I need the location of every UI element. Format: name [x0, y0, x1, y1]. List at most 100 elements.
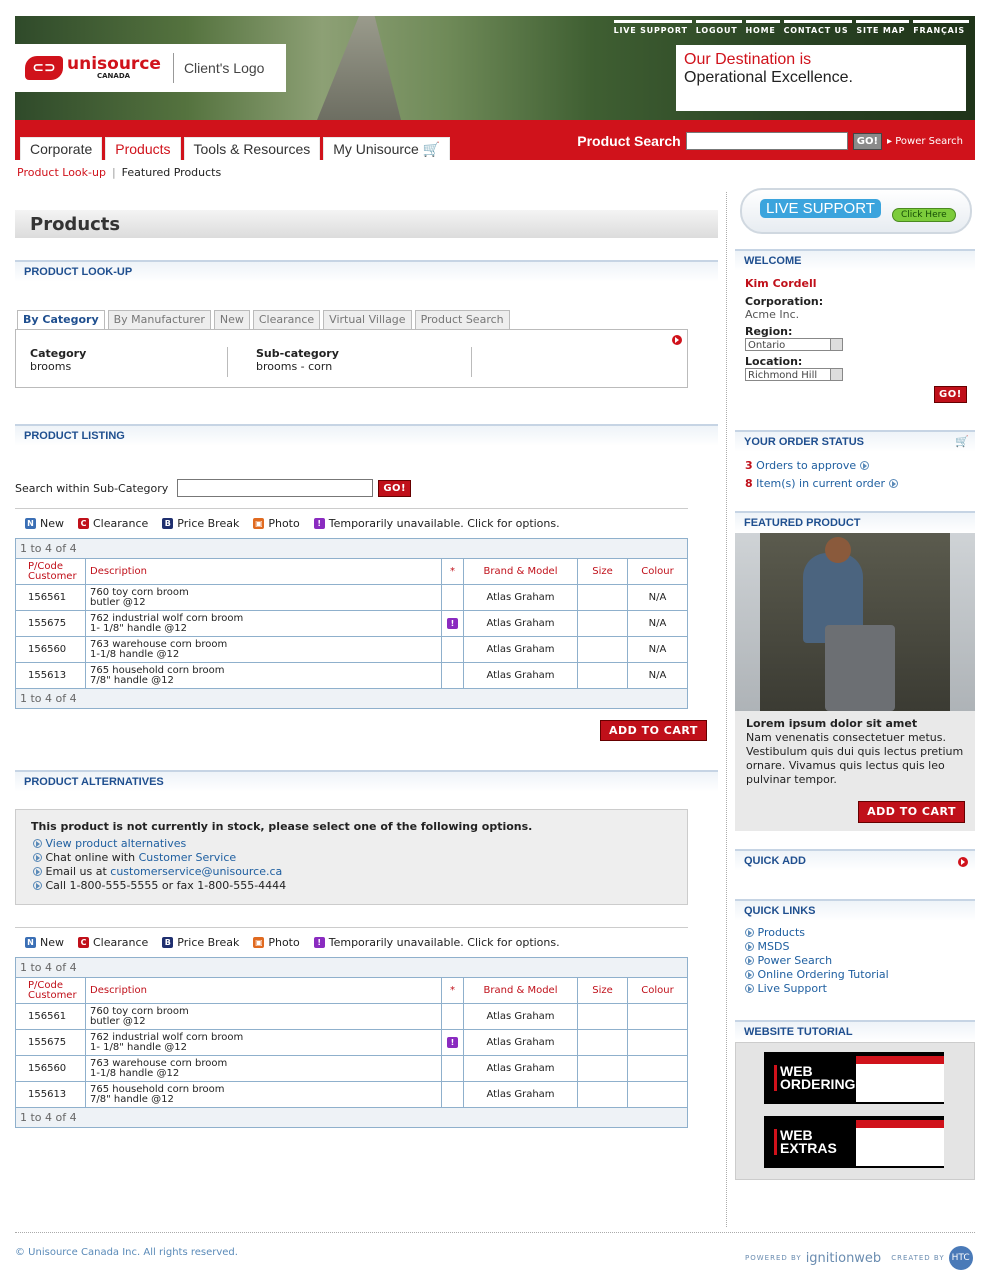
featured-add-to-cart-button[interactable]: ADD TO CART — [858, 801, 965, 823]
column-header: Size — [577, 558, 628, 585]
column-header: Brand & Model — [463, 977, 578, 1004]
htc-logo[interactable]: HTC — [948, 1246, 973, 1270]
quick-link-tutorial[interactable]: Online Ordering Tutorial — [758, 968, 889, 981]
web-extras-tutorial[interactable]: WEB EXTRAS — [764, 1116, 944, 1168]
column-header: * — [441, 977, 464, 1004]
customer-service-link[interactable]: Customer Service — [139, 851, 237, 864]
subcategory-go-button[interactable]: GO! — [378, 479, 412, 497]
email-link[interactable]: customerservice@unisource.ca — [110, 865, 282, 878]
table-header: P/Code Customer Description * Brand & Model… — [15, 558, 688, 585]
power-search-link[interactable]: ▸ Power Search — [887, 136, 963, 147]
product-code[interactable]: 156561 — [15, 1003, 86, 1030]
product-code[interactable]: 155675 — [15, 610, 86, 637]
description-line: 763 warehouse corn broom — [90, 638, 228, 650]
location-select[interactable]: Richmond Hill — [745, 368, 843, 381]
top-links: LIVE SUPPORT LOGOUT HOME CONTACT US SITE… — [613, 20, 969, 35]
brand-model: Atlas Graham — [463, 1055, 578, 1082]
tab-corporate[interactable]: Corporate — [20, 137, 103, 160]
unavailable-icon[interactable]: ! — [447, 1037, 458, 1048]
category-value[interactable]: brooms — [30, 360, 71, 373]
expand-arrow-icon[interactable] — [672, 335, 682, 345]
flag-cell — [441, 636, 464, 663]
table-row[interactable]: 156560 763 warehouse corn broom 1-1/8 hand… — [15, 1055, 688, 1082]
product-code[interactable]: 156560 — [15, 1055, 86, 1082]
top-link-francais[interactable]: FRANÇAIS — [913, 20, 969, 35]
tab-tools-resources[interactable]: Tools & Resources — [183, 137, 321, 160]
product-description[interactable]: 762 industrial wolf corn broom 1- 1/8" ha… — [85, 610, 442, 637]
top-link-site-map[interactable]: SITE MAP — [856, 20, 910, 35]
unavailable-icon[interactable]: ! — [447, 618, 458, 629]
product-description[interactable]: 762 industrial wolf corn broom 1- 1/8" ha… — [85, 1029, 442, 1056]
tagline: Our Destination is Operational Excellenc… — [676, 45, 966, 111]
top-link-home[interactable]: HOME — [745, 20, 780, 35]
table-row[interactable]: 155675 762 industrial wolf corn broom 1- 1… — [15, 610, 688, 637]
top-link-contact-us[interactable]: CONTACT US — [783, 20, 853, 35]
quick-link-msds[interactable]: MSDS — [758, 940, 790, 953]
description-line: 1-1/8 handle @12 — [90, 648, 180, 660]
breadcrumb-featured-products[interactable]: Featured Products — [122, 166, 222, 179]
welcome-go-button[interactable]: GO! — [934, 386, 967, 403]
description-line: 1-1/8 handle @12 — [90, 1067, 180, 1079]
table-row[interactable]: 156560 763 warehouse corn broom 1-1/8 hand… — [15, 636, 688, 663]
product-lookup-header: PRODUCT LOOK-UP — [15, 260, 718, 282]
quick-add-header[interactable]: QUICK ADD — [735, 849, 975, 871]
top-link-logout[interactable]: LOGOUT — [695, 20, 742, 35]
product-search-go-button[interactable]: GO! — [852, 132, 883, 150]
ignitionweb-logo[interactable]: ignitionweb — [806, 1251, 882, 1266]
product-description[interactable]: 760 toy corn broom butler @12 — [85, 1003, 442, 1030]
size — [577, 584, 628, 611]
quick-link-power-search[interactable]: Power Search — [758, 954, 833, 967]
quick-link-live-support[interactable]: Live Support — [758, 982, 827, 995]
flag-cell — [441, 1081, 464, 1108]
table-row[interactable]: 156561 760 toy corn broom butler @12 Atlas … — [15, 1003, 688, 1030]
breadcrumb-product-lookup[interactable]: Product Look-up — [17, 166, 106, 179]
unisource-logo[interactable]: ⊂⊃ unisource CANADA Client's Logo — [15, 44, 286, 92]
brand-model: Atlas Graham — [463, 584, 578, 611]
size — [577, 636, 628, 663]
add-to-cart-button[interactable]: ADD TO CART — [600, 720, 707, 741]
view-alternatives-link[interactable]: View product alternatives — [46, 837, 187, 850]
subcategory-value[interactable]: brooms - corn — [256, 360, 332, 373]
product-description[interactable]: 760 toy corn broom butler @12 — [85, 584, 442, 611]
table-row[interactable]: 156561 760 toy corn broom butler @12 Atlas … — [15, 584, 688, 611]
table-row[interactable]: 155675 762 industrial wolf corn broom 1- 1… — [15, 1029, 688, 1056]
product-code[interactable]: 155613 — [15, 662, 86, 689]
tab-clearance[interactable]: Clearance — [252, 310, 321, 330]
product-code[interactable]: 155675 — [15, 1029, 86, 1056]
tab-products[interactable]: Products — [105, 137, 181, 160]
tab-my-unisource[interactable]: My Unisource 🛒 — [323, 137, 451, 160]
click-here-button[interactable]: Click Here — [892, 208, 956, 222]
tab-new[interactable]: New — [213, 310, 250, 330]
web-ordering-tutorial[interactable]: WEB ORDERING — [764, 1052, 944, 1104]
product-code[interactable]: 156560 — [15, 636, 86, 663]
subcategory-search-input[interactable] — [177, 479, 374, 497]
tab-virtual-village[interactable]: Virtual Village — [323, 310, 412, 330]
welcome-box: Kim Cordell Corporation: Acme Inc. Regio… — [745, 277, 843, 381]
product-description[interactable]: 765 household corn broom 7/8" handle @12 — [85, 1081, 442, 1108]
product-description[interactable]: 765 household corn broom 7/8" handle @12 — [85, 662, 442, 689]
product-code[interactable]: 156561 — [15, 584, 86, 611]
quick-add-arrow-icon[interactable] — [958, 857, 968, 867]
product-description[interactable]: 763 warehouse corn broom 1-1/8 handle @12 — [85, 636, 442, 663]
tab-by-category[interactable]: By Category — [17, 310, 105, 330]
top-link-live-support[interactable]: LIVE SUPPORT — [613, 20, 692, 35]
table-row[interactable]: 155613 765 household corn broom 7/8" handl… — [15, 662, 688, 689]
live-support-button[interactable]: LIVE SUPPORT Click Here — [740, 188, 972, 234]
product-description[interactable]: 763 warehouse corn broom 1-1/8 handle @12 — [85, 1055, 442, 1082]
region-select[interactable]: Ontario — [745, 338, 843, 351]
product-search-input[interactable] — [685, 132, 848, 150]
orders-to-approve-link[interactable]: 3 Orders to approve — [745, 457, 898, 475]
product-code[interactable]: 155613 — [15, 1081, 86, 1108]
description-line: 765 household corn broom — [90, 1083, 225, 1095]
tab-by-manufacturer[interactable]: By Manufacturer — [107, 310, 211, 330]
cart-icon: 🛒 — [422, 141, 441, 157]
featured-product-image[interactable] — [735, 533, 975, 711]
tab-product-search[interactable]: Product Search — [414, 310, 510, 330]
column-divider — [726, 192, 727, 1227]
client-logo: Client's Logo — [172, 53, 264, 83]
alternatives-box: This product is not currently in stock, … — [15, 809, 688, 905]
column-header: Brand & Model — [463, 558, 578, 585]
items-in-order-link[interactable]: 8 Item(s) in current order — [745, 475, 898, 493]
table-row[interactable]: 155613 765 household corn broom 7/8" handl… — [15, 1081, 688, 1108]
quick-link-products[interactable]: Products — [758, 926, 806, 939]
